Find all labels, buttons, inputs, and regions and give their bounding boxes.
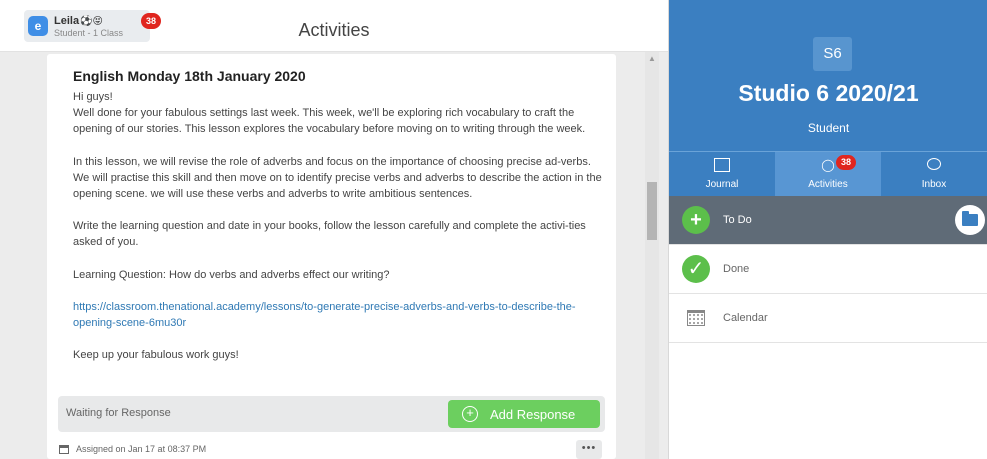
activity-pane: e Leila⚽😝 Student - 1 Class 38 Activitie… (0, 0, 668, 459)
greeting-text: Hi guys! (73, 91, 113, 103)
activity-body: Hi guys! Well done for your fabulous set… (73, 89, 603, 363)
intro-paragraph: Well done for your fabulous settings las… (73, 107, 586, 136)
nav-item-label: Done (723, 263, 750, 275)
nav-item-todo[interactable]: + To Do (669, 196, 987, 245)
plus-circle-icon: + (462, 406, 478, 422)
tab-label: Inbox (921, 179, 947, 190)
class-sidebar: S6 Studio 6 2020/21 Student Journal ◯ 38… (668, 0, 987, 459)
class-name: Studio 6 2020/21 (738, 80, 919, 106)
response-bar: Waiting for Response + Add Response (58, 396, 605, 432)
check-circle-icon: ✓ (682, 255, 710, 283)
calendar-icon (59, 444, 69, 454)
top-bar: e Leila⚽😝 Student - 1 Class 38 Activitie… (0, 0, 668, 52)
activity-title: English Monday 18th January 2020 (73, 68, 306, 84)
learning-question: Learning Question: How do verbs and adve… (73, 268, 390, 281)
assigned-info: Assigned on Jan 17 at 08:37 PM (59, 444, 206, 454)
tab-bar: Journal ◯ 38 Activities Inbox (669, 151, 987, 196)
activities-badge: 38 (836, 155, 856, 170)
nav-item-done[interactable]: ✓ Done (669, 245, 987, 294)
assigned-date: Assigned on Jan 17 at 08:37 PM (76, 444, 207, 454)
class-icon: S6 (813, 37, 852, 71)
lesson-paragraph: In this lesson, we will revise the role … (73, 155, 602, 201)
lightbulb-icon: ◯ (821, 158, 835, 172)
book-icon (714, 158, 730, 172)
tab-inbox[interactable]: Inbox (881, 152, 987, 196)
chat-bubbles-icon (927, 158, 941, 170)
scrollbar-track[interactable] (645, 52, 659, 459)
nav-item-label: Calendar (723, 312, 768, 324)
folder-button[interactable] (955, 205, 985, 235)
page-title: Activities (298, 20, 370, 40)
tab-label: Journal (705, 179, 739, 190)
add-response-label: Add Response (490, 406, 576, 422)
class-role: Student (807, 121, 850, 135)
response-status: Waiting for Response (66, 407, 171, 419)
folder-icon (962, 211, 978, 226)
tab-journal[interactable]: Journal (669, 152, 775, 196)
plus-circle-icon: + (682, 206, 710, 234)
tab-activities[interactable]: ◯ 38 Activities (775, 152, 881, 196)
scrollbar-thumb[interactable] (647, 182, 657, 240)
nav-item-label: To Do (723, 214, 752, 226)
closing-text: Keep up your fabulous work guys! (73, 349, 239, 362)
lesson-link[interactable]: https://classroom.thenational.academy/le… (73, 301, 576, 329)
add-response-button[interactable]: + Add Response (448, 400, 600, 428)
scroll-up-arrow-icon[interactable]: ▲ (647, 54, 657, 66)
calendar-icon (687, 310, 705, 326)
more-options-button[interactable]: ••• (576, 440, 602, 459)
nav-item-calendar[interactable]: Calendar (669, 294, 987, 343)
instructions-paragraph: Write the learning question and date in … (73, 220, 586, 249)
class-header: S6 Studio 6 2020/21 Student (669, 0, 987, 151)
tab-label: Activities (808, 179, 848, 190)
